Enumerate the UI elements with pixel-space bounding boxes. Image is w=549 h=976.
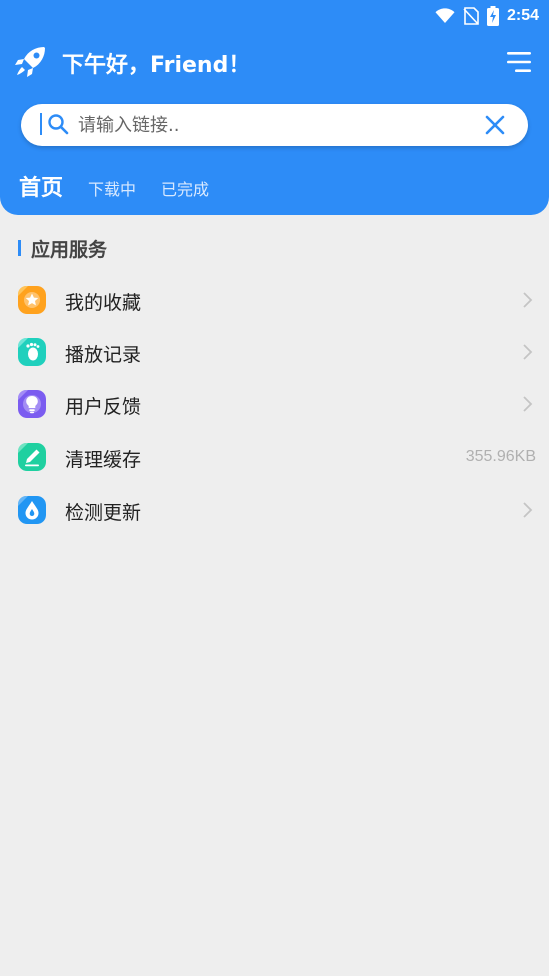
tab-home[interactable]: 首页 [19,170,63,202]
cache-size-value: 355.96KB [465,448,536,465]
status-time: 2:54 [506,7,539,24]
rocket-icon [15,47,45,77]
greeting-title: 下午好，Friend！ [62,53,251,78]
text-cursor [40,113,42,135]
no-sim-icon [463,7,479,25]
item-label: 我的收藏 [65,292,142,314]
close-icon[interactable] [484,114,506,136]
footprint-icon [18,338,46,366]
top-bar: 下午好，Friend！ [0,44,549,80]
section-title: 应用服务 [31,238,108,261]
tab-bar: 首页 下载中 已完成 [19,170,234,206]
section-accent-bar [18,240,21,256]
section-header: 应用服务 [18,236,108,261]
list-item-feedback[interactable]: 用户反馈 [0,382,549,426]
chevron-right-icon [523,344,533,360]
water-drop-icon [18,496,46,524]
item-label: 播放记录 [65,344,142,366]
item-label: 用户反馈 [65,396,142,418]
chevron-right-icon [523,396,533,412]
status-bar: 2:54 [435,0,539,32]
search-bar [21,104,528,146]
list-item-favorites[interactable]: 我的收藏 [0,278,549,322]
list-item-play-history[interactable]: 播放记录 [0,330,549,374]
search-icon [48,114,69,135]
list-item-check-update[interactable]: 检测更新 [0,488,549,532]
tab-completed[interactable]: 已完成 [161,176,209,200]
list-item-clear-cache[interactable]: 清理缓存 355.96KB [0,435,549,479]
wifi-icon [435,8,455,23]
star-icon [18,286,46,314]
tab-downloading[interactable]: 下载中 [88,176,136,200]
chevron-right-icon [523,292,533,308]
item-label: 清理缓存 [65,449,142,471]
item-label: 检测更新 [65,502,142,524]
lightbulb-icon [18,390,46,418]
search-input[interactable] [78,110,468,140]
header: 2:54 下午好，Friend！ 请输入链接.. 首页 下载中 已完成 [0,0,549,215]
chevron-right-icon [523,502,533,518]
app-screen: 2:54 下午好，Friend！ 请输入链接.. 首页 下载中 已完成 应用服务… [0,0,549,976]
battery-charging-icon [486,6,499,26]
pencil-icon [18,443,46,471]
menu-icon[interactable] [505,48,533,76]
